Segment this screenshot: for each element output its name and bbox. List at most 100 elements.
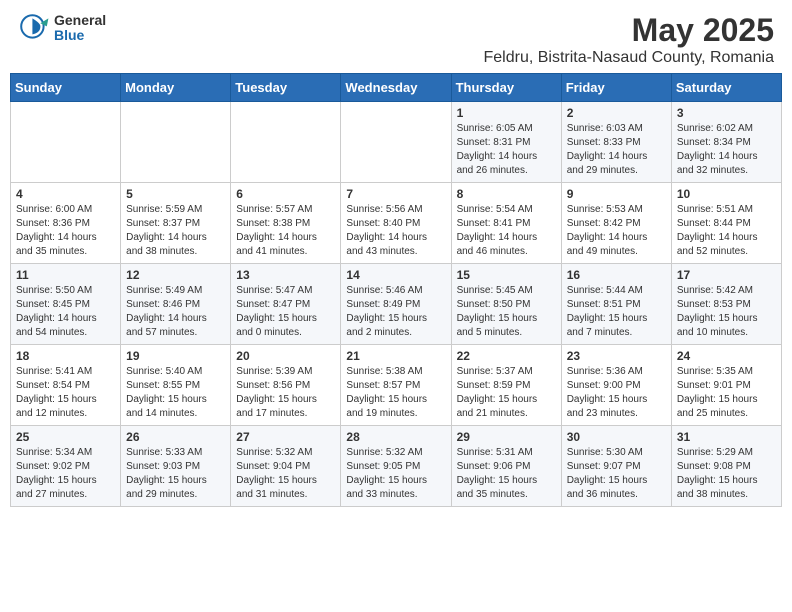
calendar-cell <box>11 102 121 183</box>
day-number: 3 <box>677 106 776 120</box>
day-number: 22 <box>457 349 556 363</box>
day-number: 31 <box>677 430 776 444</box>
day-info: Sunrise: 5:38 AM Sunset: 8:57 PM Dayligh… <box>346 365 445 421</box>
day-number: 28 <box>346 430 445 444</box>
day-info: Sunrise: 5:35 AM Sunset: 9:01 PM Dayligh… <box>677 365 776 421</box>
day-info: Sunrise: 5:44 AM Sunset: 8:51 PM Dayligh… <box>567 284 666 340</box>
day-info: Sunrise: 5:33 AM Sunset: 9:03 PM Dayligh… <box>126 446 225 502</box>
day-number: 16 <box>567 268 666 282</box>
logo-general-text: General <box>54 13 106 28</box>
week-row-4: 18 Sunrise: 5:41 AM Sunset: 8:54 PM Dayli… <box>11 345 782 426</box>
calendar-cell: 13Sunrise: 5:47 AM Sunset: 8:47 PM Dayli… <box>231 264 341 345</box>
day-number: 23 <box>567 349 666 363</box>
day-info: Sunrise: 5:39 AM Sunset: 8:56 PM Dayligh… <box>236 365 335 421</box>
day-info: Sunrise: 5:34 AM Sunset: 9:02 PM Dayligh… <box>16 446 115 502</box>
calendar-cell: 21 Sunrise: 5:38 AM Sunset: 8:57 PM Dayli… <box>341 345 451 426</box>
calendar-cell <box>231 102 341 183</box>
calendar-cell: 10Sunrise: 5:51 AM Sunset: 8:44 PM Dayli… <box>671 183 781 264</box>
calendar-cell: 24Sunrise: 5:35 AM Sunset: 9:01 PM Dayli… <box>671 345 781 426</box>
day-info: Sunrise: 5:30 AM Sunset: 9:07 PM Dayligh… <box>567 446 666 502</box>
day-number: 30 <box>567 430 666 444</box>
day-info: Sunrise: 6:02 AM Sunset: 8:34 PM Dayligh… <box>677 122 776 178</box>
day-info: Sunrise: 5:56 AM Sunset: 8:40 PM Dayligh… <box>346 203 445 259</box>
logo-blue-text: Blue <box>54 28 106 43</box>
day-number: 1 <box>457 106 556 120</box>
weekday-header-row: SundayMondayTuesdayWednesdayThursdayFrid… <box>11 74 782 102</box>
calendar-cell: 23Sunrise: 5:36 AM Sunset: 9:00 PM Dayli… <box>561 345 671 426</box>
subtitle: Feldru, Bistrita-Nasaud County, Romania <box>484 49 775 67</box>
calendar-cell: 17Sunrise: 5:42 AM Sunset: 8:53 PM Dayli… <box>671 264 781 345</box>
day-number: 26 <box>126 430 225 444</box>
calendar-cell: 27 Sunrise: 5:32 AM Sunset: 9:04 PM Dayli… <box>231 426 341 507</box>
day-info: Sunrise: 5:49 AM Sunset: 8:46 PM Dayligh… <box>126 284 225 340</box>
calendar-cell: 31 Sunrise: 5:29 AM Sunset: 9:08 PM Dayli… <box>671 426 781 507</box>
week-row-3: 11 Sunrise: 5:50 AM Sunset: 8:45 PM Dayli… <box>11 264 782 345</box>
day-number: 18 <box>16 349 115 363</box>
day-info: Sunrise: 5:57 AM Sunset: 8:38 PM Dayligh… <box>236 203 335 259</box>
day-info: Sunrise: 5:32 AM Sunset: 9:05 PM Dayligh… <box>346 446 445 502</box>
day-number: 11 <box>16 268 115 282</box>
calendar-cell: 2 Sunrise: 6:03 AM Sunset: 8:33 PM Daylig… <box>561 102 671 183</box>
day-number: 12 <box>126 268 225 282</box>
day-info: Sunrise: 5:54 AM Sunset: 8:41 PM Dayligh… <box>457 203 556 259</box>
calendar-cell: 11 Sunrise: 5:50 AM Sunset: 8:45 PM Dayli… <box>11 264 121 345</box>
calendar-cell: 18 Sunrise: 5:41 AM Sunset: 8:54 PM Dayli… <box>11 345 121 426</box>
logo: General Blue <box>18 12 106 44</box>
day-info: Sunrise: 6:05 AM Sunset: 8:31 PM Dayligh… <box>457 122 556 178</box>
day-info: Sunrise: 5:47 AM Sunset: 8:47 PM Dayligh… <box>236 284 335 340</box>
day-info: Sunrise: 5:53 AM Sunset: 8:42 PM Dayligh… <box>567 203 666 259</box>
calendar-cell: 3 Sunrise: 6:02 AM Sunset: 8:34 PM Daylig… <box>671 102 781 183</box>
weekday-header-saturday: Saturday <box>671 74 781 102</box>
calendar-cell: 25Sunrise: 5:34 AM Sunset: 9:02 PM Dayli… <box>11 426 121 507</box>
week-row-5: 25Sunrise: 5:34 AM Sunset: 9:02 PM Dayli… <box>11 426 782 507</box>
calendar-cell: 29Sunrise: 5:31 AM Sunset: 9:06 PM Dayli… <box>451 426 561 507</box>
weekday-header-friday: Friday <box>561 74 671 102</box>
day-info: Sunrise: 5:45 AM Sunset: 8:50 PM Dayligh… <box>457 284 556 340</box>
week-row-1: 1 Sunrise: 6:05 AM Sunset: 8:31 PM Daylig… <box>11 102 782 183</box>
calendar-cell: 12 Sunrise: 5:49 AM Sunset: 8:46 PM Dayli… <box>121 264 231 345</box>
week-row-2: 4Sunrise: 6:00 AM Sunset: 8:36 PM Daylig… <box>11 183 782 264</box>
calendar-body: 1 Sunrise: 6:05 AM Sunset: 8:31 PM Daylig… <box>11 102 782 507</box>
calendar-table: SundayMondayTuesdayWednesdayThursdayFrid… <box>10 73 782 507</box>
weekday-header-monday: Monday <box>121 74 231 102</box>
weekday-header-tuesday: Tuesday <box>231 74 341 102</box>
calendar-cell: 4Sunrise: 6:00 AM Sunset: 8:36 PM Daylig… <box>11 183 121 264</box>
day-number: 8 <box>457 187 556 201</box>
day-info: Sunrise: 5:50 AM Sunset: 8:45 PM Dayligh… <box>16 284 115 340</box>
day-number: 9 <box>567 187 666 201</box>
calendar-wrapper: SundayMondayTuesdayWednesdayThursdayFrid… <box>0 73 792 517</box>
day-number: 4 <box>16 187 115 201</box>
day-number: 2 <box>567 106 666 120</box>
calendar-cell <box>121 102 231 183</box>
day-number: 10 <box>677 187 776 201</box>
calendar-cell: 7 Sunrise: 5:56 AM Sunset: 8:40 PM Daylig… <box>341 183 451 264</box>
day-number: 27 <box>236 430 335 444</box>
day-info: Sunrise: 5:37 AM Sunset: 8:59 PM Dayligh… <box>457 365 556 421</box>
day-info: Sunrise: 6:03 AM Sunset: 8:33 PM Dayligh… <box>567 122 666 178</box>
calendar-cell: 26 Sunrise: 5:33 AM Sunset: 9:03 PM Dayli… <box>121 426 231 507</box>
calendar-cell: 9 Sunrise: 5:53 AM Sunset: 8:42 PM Daylig… <box>561 183 671 264</box>
calendar-cell: 14Sunrise: 5:46 AM Sunset: 8:49 PM Dayli… <box>341 264 451 345</box>
logo-text: General Blue <box>54 13 106 44</box>
weekday-header-thursday: Thursday <box>451 74 561 102</box>
calendar-header: SundayMondayTuesdayWednesdayThursdayFrid… <box>11 74 782 102</box>
day-number: 15 <box>457 268 556 282</box>
day-number: 14 <box>346 268 445 282</box>
day-number: 7 <box>346 187 445 201</box>
calendar-cell: 15 Sunrise: 5:45 AM Sunset: 8:50 PM Dayli… <box>451 264 561 345</box>
calendar-cell: 22 Sunrise: 5:37 AM Sunset: 8:59 PM Dayli… <box>451 345 561 426</box>
day-number: 29 <box>457 430 556 444</box>
day-number: 19 <box>126 349 225 363</box>
day-info: Sunrise: 5:29 AM Sunset: 9:08 PM Dayligh… <box>677 446 776 502</box>
day-info: Sunrise: 5:32 AM Sunset: 9:04 PM Dayligh… <box>236 446 335 502</box>
main-title: May 2025 <box>484 12 775 49</box>
day-info: Sunrise: 5:41 AM Sunset: 8:54 PM Dayligh… <box>16 365 115 421</box>
calendar-cell: 6Sunrise: 5:57 AM Sunset: 8:38 PM Daylig… <box>231 183 341 264</box>
page-header: General Blue May 2025 Feldru, Bistrita-N… <box>0 0 792 73</box>
day-number: 20 <box>236 349 335 363</box>
day-number: 21 <box>346 349 445 363</box>
calendar-cell: 1 Sunrise: 6:05 AM Sunset: 8:31 PM Daylig… <box>451 102 561 183</box>
calendar-cell: 8 Sunrise: 5:54 AM Sunset: 8:41 PM Daylig… <box>451 183 561 264</box>
calendar-cell: 20 Sunrise: 5:39 AM Sunset: 8:56 PM Dayli… <box>231 345 341 426</box>
day-number: 17 <box>677 268 776 282</box>
